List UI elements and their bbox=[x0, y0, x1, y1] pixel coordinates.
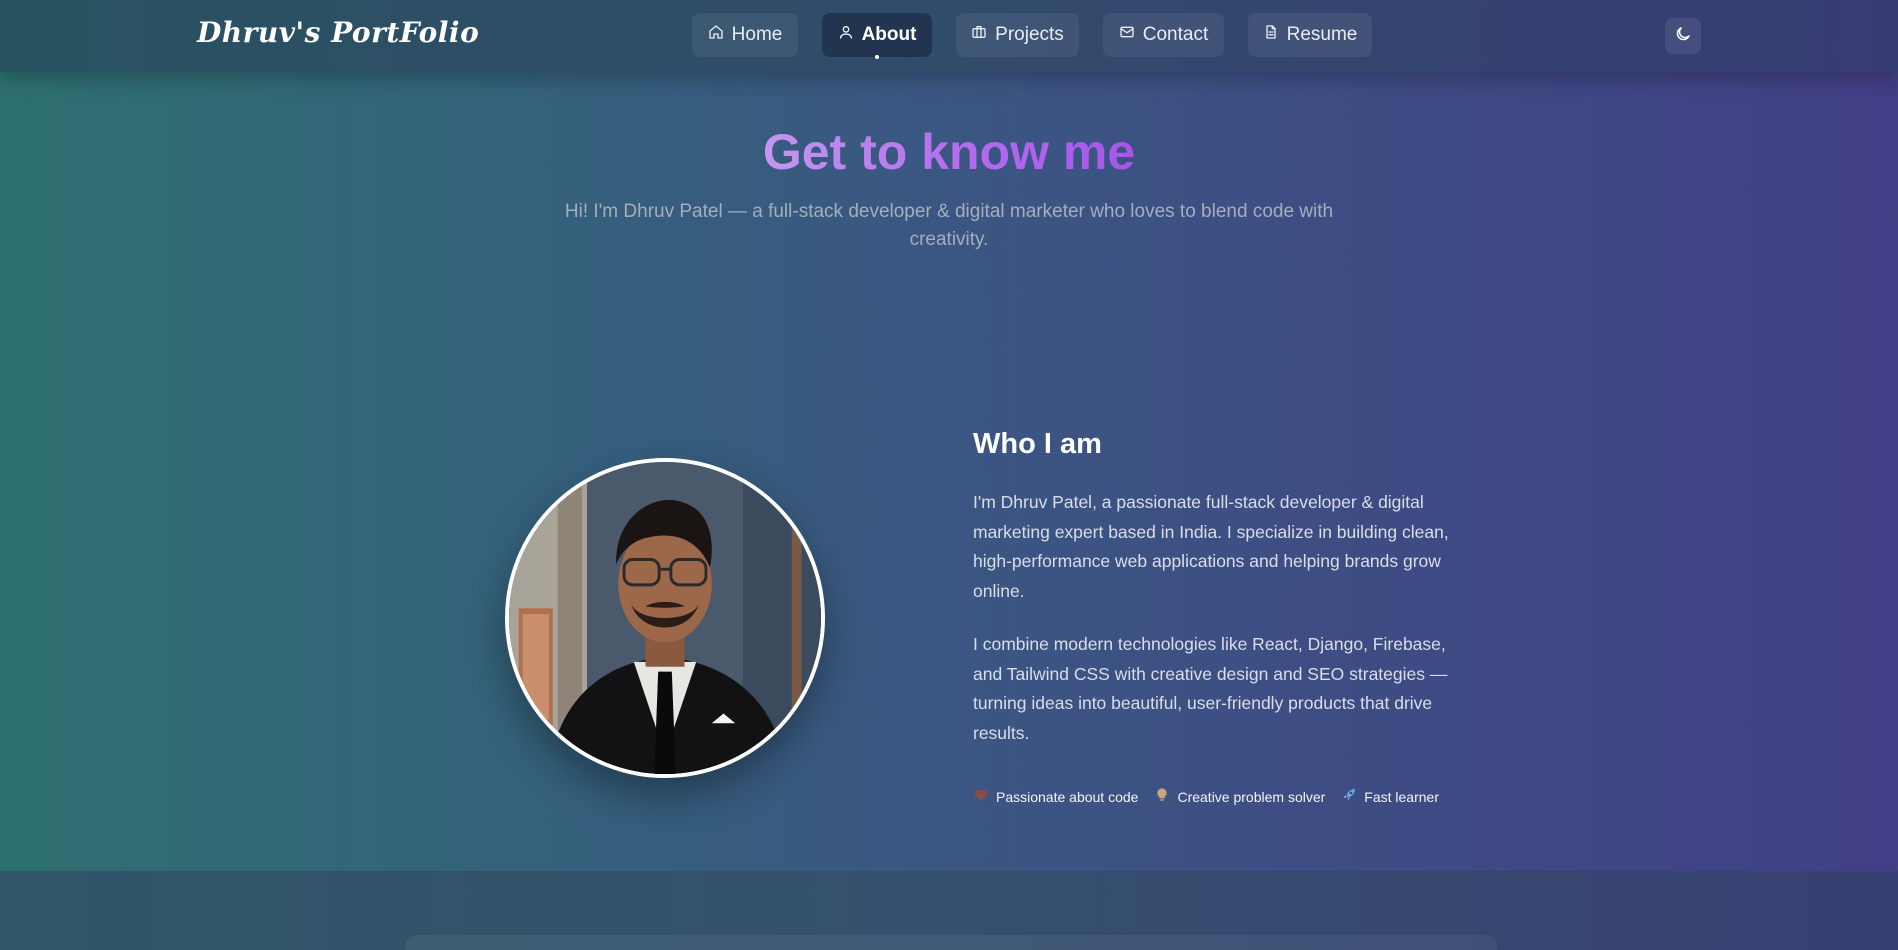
nav-projects-button[interactable]: Projects bbox=[956, 13, 1079, 57]
trait-item: Passionate about code bbox=[973, 787, 1138, 806]
lightbulb-icon bbox=[1154, 787, 1170, 806]
mail-icon bbox=[1119, 24, 1135, 46]
page-title: Get to know me bbox=[0, 122, 1898, 182]
trait-item: Fast learner bbox=[1341, 787, 1439, 806]
file-icon bbox=[1263, 24, 1279, 46]
heart-icon bbox=[973, 787, 989, 806]
about-paragraph-2: I combine modern technologies like React… bbox=[973, 634, 1448, 743]
next-section-card bbox=[405, 935, 1497, 950]
user-icon bbox=[838, 24, 854, 46]
section-heading: Who I am bbox=[973, 428, 1102, 460]
nav-contact-label: Contact bbox=[1142, 24, 1209, 45]
moon-icon bbox=[1674, 25, 1692, 48]
nav-resume-label: Resume bbox=[1286, 24, 1358, 45]
home-icon bbox=[708, 24, 724, 46]
nav-contact-button[interactable]: Contact bbox=[1103, 13, 1224, 57]
nav-home-button[interactable]: Home bbox=[692, 13, 798, 57]
theme-toggle-button[interactable] bbox=[1665, 18, 1701, 54]
nav-about-label: About bbox=[861, 24, 917, 45]
trait-label: Fast learner bbox=[1364, 788, 1439, 805]
page-subtitle: Hi! I'm Dhruv Patel — a full-stack devel… bbox=[564, 201, 1334, 250]
next-section bbox=[0, 871, 1898, 950]
rocket-icon bbox=[1341, 787, 1357, 806]
trait-item: Creative problem solver bbox=[1154, 787, 1325, 806]
traits-list: Passionate about code Creative problem s… bbox=[973, 787, 1439, 806]
profile-photo bbox=[505, 458, 825, 778]
trait-label: Creative problem solver bbox=[1177, 788, 1326, 805]
nav-about-button[interactable]: About bbox=[822, 13, 932, 59]
trait-label: Passionate about code bbox=[996, 788, 1139, 805]
navbar: Dhruv's PortFolio Home About Projects Co… bbox=[0, 0, 1898, 72]
nav-resume-button[interactable]: Resume bbox=[1248, 13, 1372, 57]
briefcase-icon bbox=[971, 24, 987, 46]
nav-projects-label: Projects bbox=[995, 24, 1064, 45]
about-paragraph-1: I'm Dhruv Patel, a passionate full-stack… bbox=[973, 492, 1449, 601]
profile-photo-illustration bbox=[509, 462, 821, 774]
nav-home-label: Home bbox=[731, 24, 783, 45]
page-title-text: Get to know me bbox=[762, 124, 1136, 180]
brand-logo[interactable]: Dhruv's PortFolio bbox=[197, 16, 479, 49]
active-indicator-dot bbox=[875, 55, 879, 59]
